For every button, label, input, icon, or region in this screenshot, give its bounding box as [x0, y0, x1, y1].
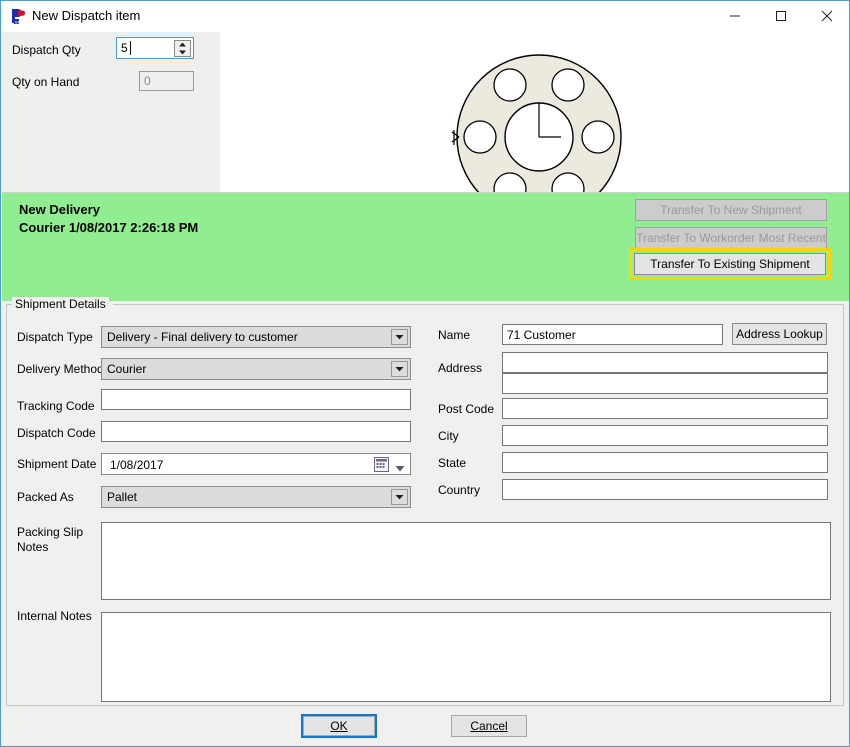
address-label: Address	[438, 361, 483, 375]
transfer-to-workorder-most-recent-button[interactable]: Transfer To Workorder Most Recent	[635, 227, 827, 249]
tracking-code-input[interactable]	[101, 389, 411, 410]
state-input[interactable]	[502, 452, 828, 473]
qty-on-hand-value: 0	[144, 74, 151, 88]
delivery-method-value: Courier	[107, 362, 147, 376]
country-label: Country	[438, 483, 481, 497]
ok-button-focus-ring: OK	[301, 714, 377, 738]
maximize-icon[interactable]	[758, 1, 804, 31]
packing-slip-notes-input[interactable]	[101, 522, 831, 600]
city-input[interactable]	[502, 425, 828, 446]
state-label: State	[438, 456, 467, 470]
transfer-to-existing-shipment-button[interactable]: Transfer To Existing Shipment	[634, 253, 826, 275]
internal-notes-label: Internal Notes	[17, 609, 92, 623]
text-caret	[130, 41, 131, 55]
tracking-code-label: Tracking Code	[17, 399, 95, 413]
dispatch-type-combo[interactable]: Delivery - Final delivery to customer	[101, 326, 411, 348]
spinner-buttons[interactable]	[174, 40, 191, 57]
calendar-icon[interactable]	[374, 457, 389, 472]
name-label: Name	[438, 328, 471, 342]
minimize-icon[interactable]	[712, 1, 758, 31]
dispatch-code-input[interactable]	[101, 421, 411, 442]
chevron-down-icon[interactable]	[395, 461, 405, 475]
dispatch-code-label: Dispatch Code	[17, 426, 96, 440]
post-code-label: Post Code	[438, 402, 495, 416]
top-area: Dispatch Qty 5 Qty on Hand 0	[2, 32, 849, 220]
chevron-down-icon[interactable]	[391, 329, 408, 345]
packed-as-combo[interactable]: Pallet	[101, 486, 411, 508]
cancel-button[interactable]: Cancel	[451, 715, 527, 737]
address-lookup-button[interactable]: Address Lookup	[732, 323, 827, 345]
transfer-to-existing-shipment-highlight: Transfer To Existing Shipment	[629, 248, 831, 280]
name-value: 71 Customer	[507, 328, 576, 342]
address-line1-input[interactable]	[502, 352, 828, 373]
packed-as-label: Packed As	[17, 490, 74, 504]
shipment-date-input[interactable]: 1/08/2017	[101, 453, 411, 475]
packed-as-value: Pallet	[107, 490, 138, 504]
dispatch-qty-value: 5	[121, 41, 128, 55]
delivery-title: New Delivery	[19, 202, 100, 217]
title-bar: 64 New Dispatch item	[1, 1, 849, 33]
spinner-up-icon[interactable]	[175, 41, 190, 49]
svg-text:64: 64	[15, 19, 20, 24]
close-icon[interactable]	[804, 1, 849, 31]
shipment-details-label: Shipment Details	[12, 297, 109, 311]
name-input[interactable]: 71 Customer	[502, 324, 723, 345]
shipment-date-label: Shipment Date	[17, 457, 97, 471]
window-title: New Dispatch item	[32, 8, 141, 23]
cancel-button-label: Cancel	[470, 719, 508, 733]
shipment-date-value: 1/08/2017	[110, 458, 164, 472]
city-label: City	[438, 429, 459, 443]
dispatch-type-value: Delivery - Final delivery to customer	[107, 330, 298, 344]
delivery-method-combo[interactable]: Courier	[101, 358, 411, 380]
ok-button[interactable]: OK	[303, 716, 375, 736]
chevron-down-icon[interactable]	[391, 361, 408, 377]
qty-on-hand-label: Qty on Hand	[12, 75, 80, 89]
new-dispatch-item-window: 64 New Dispatch item Dispatch Qty 5 Qty …	[0, 0, 850, 747]
delivery-method-label: Delivery Method	[17, 362, 104, 376]
post-code-input[interactable]	[502, 398, 828, 419]
ok-button-label: OK	[330, 719, 348, 733]
p-logo-icon: 64	[9, 7, 27, 25]
spinner-down-icon[interactable]	[175, 49, 190, 57]
address-line2-input[interactable]	[502, 373, 828, 394]
transfer-to-new-shipment-button[interactable]: Transfer To New Shipment	[635, 199, 827, 221]
country-input[interactable]	[502, 479, 828, 500]
dispatch-type-label: Dispatch Type	[17, 330, 93, 344]
delivery-status-banner: New Delivery Courier 1/08/2017 2:26:18 P…	[2, 192, 849, 301]
dispatch-qty-stepper[interactable]: 5	[116, 37, 194, 59]
internal-notes-input[interactable]	[101, 612, 831, 702]
dispatch-qty-label: Dispatch Qty	[12, 43, 81, 57]
qty-on-hand-field: 0	[139, 71, 194, 91]
packing-slip-notes-label: Packing Slip Notes	[17, 525, 84, 554]
chevron-down-icon[interactable]	[391, 489, 408, 505]
quantity-panel: Dispatch Qty 5 Qty on Hand 0	[2, 32, 220, 192]
delivery-subtitle: Courier 1/08/2017 2:26:18 PM	[19, 220, 199, 235]
